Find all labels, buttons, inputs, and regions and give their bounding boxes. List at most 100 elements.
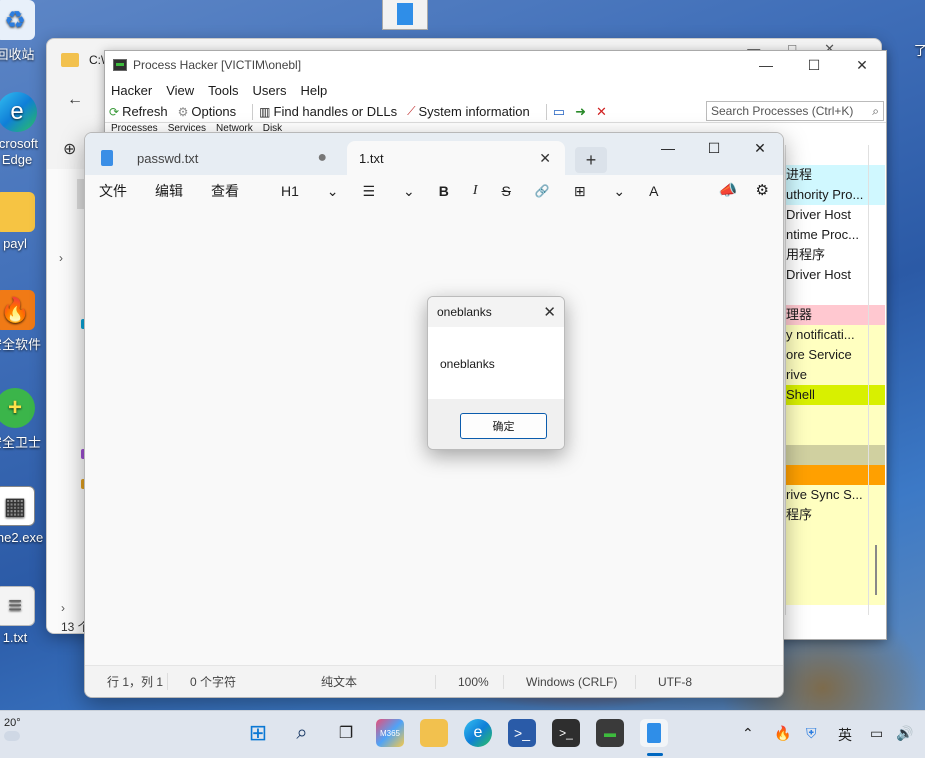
table-icon: ⊞ bbox=[573, 182, 586, 199]
binoculars-icon: ▥ bbox=[259, 104, 271, 119]
status-encoding[interactable]: UTF-8 bbox=[635, 674, 692, 689]
close-tab-icon[interactable]: ✕ bbox=[539, 150, 551, 167]
maximize-button[interactable]: ☐ bbox=[691, 133, 737, 163]
bold-button[interactable]: B bbox=[439, 183, 449, 199]
chevron-up-icon[interactable]: ⌃ bbox=[742, 725, 754, 742]
gear-icon[interactable]: ⚙ bbox=[756, 181, 769, 199]
menu-view[interactable]: 查看 bbox=[211, 181, 239, 201]
process-list-scrollbar[interactable] bbox=[868, 145, 884, 615]
format-toolbar: H1 ⌄ ☰ ⌄ B I S 🔗 ⊞ ⌄ A bbox=[281, 183, 683, 200]
search-placeholder: Search Processes (Ctrl+K) bbox=[711, 104, 854, 118]
menu-file[interactable]: 文件 bbox=[99, 181, 127, 201]
close-button[interactable]: ✕ bbox=[737, 133, 783, 163]
desktop-icon-label: icrosoft Edge bbox=[0, 136, 38, 167]
desktop-icon-edge[interactable]: e icrosoft Edge bbox=[0, 92, 52, 168]
tray-shield-icon[interactable]: ⛨ bbox=[806, 725, 817, 742]
powershell-icon[interactable]: >_ bbox=[508, 719, 536, 747]
m365-icon[interactable]: M365 bbox=[376, 719, 404, 747]
ok-button[interactable]: 确定 bbox=[460, 413, 547, 439]
edge-icon: e bbox=[0, 92, 37, 132]
desktop-icon-360-guard[interactable]: + 安全卫士 bbox=[0, 388, 50, 451]
tab-passwd-txt[interactable]: passwd.txt ● bbox=[85, 141, 343, 175]
status-mode[interactable]: 纯文本 bbox=[299, 673, 435, 690]
list-icon: ☰ bbox=[362, 182, 376, 199]
clear-formatting-button[interactable]: A bbox=[649, 183, 658, 199]
new-tab-plus-icon[interactable]: ⊕ bbox=[63, 139, 76, 159]
chevron-right-icon[interactable]: › bbox=[61, 601, 65, 615]
terminate-icon[interactable]: ✕ bbox=[596, 104, 607, 120]
status-line-ending[interactable]: Windows (CRLF) bbox=[503, 674, 635, 689]
table-dropdown[interactable]: ⊞ ⌄ bbox=[574, 183, 625, 200]
notepad-taskbar-icon[interactable] bbox=[640, 719, 668, 747]
temperature: 20° bbox=[4, 717, 21, 729]
explorer-path: C:\ bbox=[89, 53, 105, 67]
link-button[interactable]: 🔗 bbox=[535, 184, 550, 198]
dialog-close-button[interactable]: ✕ bbox=[543, 303, 556, 321]
window-controls: — ☐ ✕ bbox=[645, 133, 783, 163]
menu-edit[interactable]: 编辑 bbox=[155, 181, 183, 201]
tray-security-icon[interactable]: 🔥 bbox=[774, 725, 791, 742]
start-windows-icon[interactable]: ⊞ bbox=[244, 719, 272, 747]
italic-button[interactable]: I bbox=[473, 183, 478, 199]
go-to-process-icon[interactable]: ➜ bbox=[575, 104, 586, 120]
menu-view[interactable]: View bbox=[166, 83, 194, 98]
desktop-icon-recycle-bin[interactable]: ♻ 回收站 bbox=[0, 0, 50, 63]
maximize-button[interactable]: ☐ bbox=[790, 51, 838, 79]
notepad-icon bbox=[647, 723, 661, 743]
tab-title: passwd.txt bbox=[137, 150, 199, 166]
close-button[interactable]: ✕ bbox=[838, 51, 886, 79]
list-dropdown[interactable]: ☰ ⌄ bbox=[363, 183, 415, 200]
message-dialog[interactable]: oneblanks ✕ oneblanks 确定 bbox=[427, 296, 565, 450]
tab-title: 1.txt bbox=[359, 150, 384, 166]
minimize-button[interactable]: — bbox=[645, 133, 691, 163]
menu-hacker[interactable]: Hacker bbox=[111, 83, 152, 98]
recycle-bin-icon: ♻ bbox=[0, 0, 35, 40]
input-language[interactable]: 英 bbox=[838, 725, 852, 745]
back-arrow-icon[interactable]: ← bbox=[67, 91, 83, 109]
terminal-icon[interactable]: >_ bbox=[552, 719, 580, 747]
desktop-icon-one2[interactable]: ▦ One2.exe bbox=[0, 486, 50, 545]
options-button[interactable]: ⚙ Options bbox=[178, 104, 237, 119]
find-handles-label: Find handles or DLLs bbox=[273, 104, 398, 119]
strikethrough-button[interactable]: S bbox=[502, 183, 511, 199]
desktop-icon-label: 1.txt bbox=[2, 630, 28, 645]
task-view-icon[interactable]: ❐ bbox=[332, 719, 360, 747]
file-explorer-icon[interactable] bbox=[420, 719, 448, 747]
find-handles-button[interactable]: ▥ Find handles or DLLs bbox=[259, 104, 397, 119]
window-icon[interactable]: ▭ bbox=[553, 104, 565, 120]
desktop-icon-label: One2.exe bbox=[0, 530, 44, 545]
status-zoom[interactable]: 100% bbox=[435, 674, 503, 689]
window-title: Process Hacker [VICTIM\onebl] bbox=[133, 58, 302, 72]
process-hacker-taskbar-icon[interactable]: ▬ bbox=[596, 719, 624, 747]
menu-users[interactable]: Users bbox=[253, 83, 287, 98]
scrollbar-thumb[interactable] bbox=[875, 545, 877, 595]
system-information-button[interactable]: ⟋ System information bbox=[407, 104, 530, 119]
search-icon[interactable]: ⌕ bbox=[288, 719, 316, 747]
notepad-menu-bar: 文件 编辑 查看 H1 ⌄ ☰ ⌄ B I S 🔗 ⊞ ⌄ A bbox=[85, 175, 783, 207]
tab-1-txt[interactable]: 1.txt ✕ bbox=[347, 141, 565, 175]
edge-icon[interactable]: e bbox=[464, 719, 492, 747]
menu-tools[interactable]: Tools bbox=[208, 83, 238, 98]
taskbar: 20° ⊞ ⌕ ❐ M365 e >_ >_ ▬ ⌃ 🔥 ⛨ 英 ▭ 🔊 bbox=[0, 710, 925, 758]
desktop-icon-label: 安全卫士 bbox=[0, 435, 41, 450]
notepad-icon bbox=[101, 150, 113, 166]
volume-icon[interactable]: 🔊 bbox=[896, 725, 913, 742]
minimize-button[interactable]: — bbox=[742, 51, 790, 79]
menu-help[interactable]: Help bbox=[300, 83, 327, 98]
desktop-icon-folder[interactable]: payl bbox=[0, 192, 50, 251]
network-icon[interactable]: ▭ bbox=[870, 725, 883, 742]
refresh-button[interactable]: ⟳ Refresh bbox=[109, 104, 168, 119]
system-information-label: System information bbox=[418, 104, 530, 119]
cloud-icon bbox=[4, 731, 20, 741]
status-char-count: 0 个字符 bbox=[167, 673, 299, 690]
search-processes-input[interactable]: Search Processes (Ctrl+K) ⌕ bbox=[706, 101, 884, 121]
desktop-icon-txt[interactable]: ≡ 1.txt bbox=[0, 586, 50, 645]
copilot-announce-icon[interactable]: 📣 bbox=[719, 181, 738, 199]
weather-widget[interactable]: 20° bbox=[4, 717, 21, 741]
desktop-icon-security-software[interactable]: 🔥 安全软件 bbox=[0, 290, 50, 353]
heading-dropdown[interactable]: H1 ⌄ bbox=[281, 183, 339, 200]
new-tab-button[interactable]: + bbox=[575, 147, 607, 173]
guard-plus-icon: + bbox=[0, 388, 35, 428]
chevron-right-icon[interactable]: › bbox=[59, 251, 63, 265]
desktop-icon-notepad-top[interactable] bbox=[382, 0, 428, 30]
